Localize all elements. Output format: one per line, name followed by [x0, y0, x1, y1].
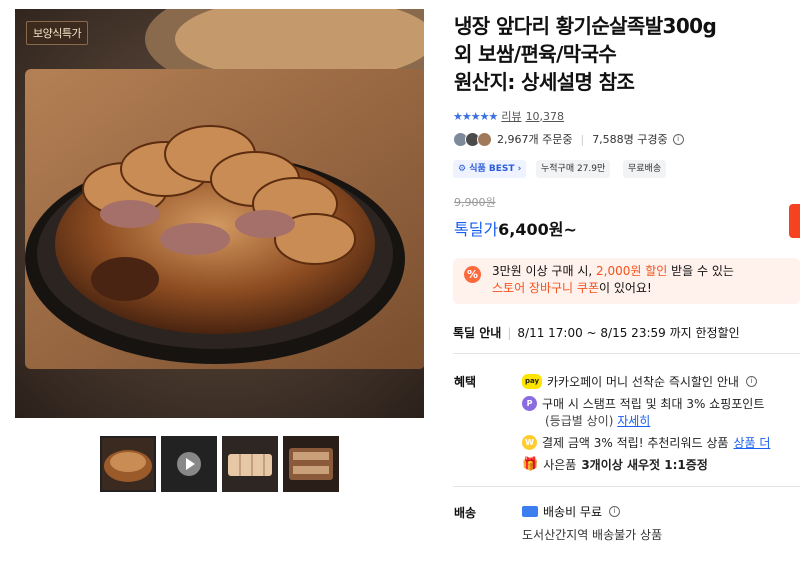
main-product-image [15, 9, 424, 418]
title-line-3: 원산지: 상세설명 참조 [454, 70, 635, 94]
deal-price: 6,400원~ [498, 220, 577, 239]
thumbnail-2-video[interactable] [161, 436, 217, 492]
info-icon[interactable]: i [672, 133, 684, 145]
point-icon: P [522, 396, 537, 411]
info-icon[interactable]: i [609, 506, 621, 517]
title-line-1: 냉장 앞다리 황기순살족발300g [454, 14, 717, 38]
shipping-fee-row: 배송비 무료 i [522, 503, 621, 520]
order-count: 2,967개 주문중 [497, 133, 573, 146]
review-label[interactable]: 리뷰 [501, 108, 521, 124]
deal-info-label: 톡딜 안내 [453, 326, 502, 340]
benefit-gift: 🎁 사은품 3개이상 새우젓 1:1증정 [522, 456, 708, 473]
benefit-reward: W 결제 금액 3% 적립! 추천리워드 상품 상품 더 [522, 434, 770, 451]
thumbnail-3[interactable] [222, 436, 278, 492]
reward-coin-icon: W [522, 435, 537, 450]
divider [453, 486, 800, 487]
tag-best-label: 식품 BEST [469, 164, 515, 174]
more-products-link[interactable]: 상품 더 [733, 434, 770, 451]
divider: | [507, 326, 512, 340]
benefit-text: 결제 금액 3% 적립! 추천리워드 상품 [542, 436, 729, 450]
deal-info-row: 톡딜 안내 | 8/11 17:00 ~ 8/15 23:59 까지 한정할인 [453, 324, 740, 341]
coupon-text: 받을 수 있는 [671, 264, 734, 278]
coupon-text: 이 있어요! [599, 281, 652, 295]
product-title: 냉장 앞다리 황기순살족발300g 외 보쌈/편육/막국수 원산지: 상세설명 … [454, 12, 800, 96]
original-price: 9,900원 [454, 196, 496, 209]
gift-icon: 🎁 [522, 457, 539, 472]
thumbnail-4[interactable] [283, 436, 339, 492]
kakaopay-icon: pay [522, 374, 542, 389]
deal-price-label: 톡딜가 [454, 220, 499, 239]
percent-icon: % [464, 266, 481, 283]
benefit-points-sub: (등급별 상이) 자세히 [545, 412, 650, 429]
tag-food-best[interactable]: ⚙ 식품 BEST › [453, 160, 527, 178]
benefit-text: 구매 시 스탬프 적립 및 최대 3% 쇼핑포인트 [542, 397, 765, 411]
coupon-line-1: 3만원 이상 구매 시, 2,000원 할인 받을 수 있는 [492, 262, 734, 279]
title-line-2: 외 보쌈/편육/막국수 [454, 42, 617, 66]
side-action-button[interactable] [789, 204, 800, 238]
viewer-count: 7,588명 구경중 [592, 133, 668, 146]
benefit-kakaopay[interactable]: pay 카카오페이 머니 선착순 즉시할인 안내 i [522, 373, 757, 390]
gift-text: 3개이상 새우젓 1:1증정 [581, 458, 708, 472]
avatar [477, 131, 492, 147]
benefits-label: 혜택 [454, 375, 477, 389]
coupon-discount: 2,000원 할인 [596, 264, 668, 278]
coupon-name: 스토어 장바구니 쿠폰 [492, 281, 599, 295]
coupon-line-2: 스토어 장바구니 쿠폰이 있어요! [492, 279, 652, 296]
thumbnail-1[interactable] [100, 436, 156, 492]
star-rating-icon: ★★★★★ [453, 109, 498, 123]
details-link[interactable]: 자세히 [617, 414, 650, 428]
tag-free-shipping: 무료배송 [623, 160, 667, 178]
buyers-row: 2,967개 주문중 | 7,588명 구경중 i [453, 131, 684, 147]
info-icon[interactable]: i [745, 376, 757, 387]
shipping-fee: 배송비 무료 [543, 505, 603, 519]
shipping-label: 배송 [454, 506, 477, 520]
truck-icon [522, 506, 538, 517]
benefit-subtext: (등급별 상이) [545, 414, 614, 428]
divider: | [580, 132, 585, 146]
deal-price-row: 톡딜가6,400원~ [454, 216, 577, 240]
deal-period: 8/11 17:00 ~ 8/15 23:59 까지 한정할인 [517, 326, 740, 340]
shipping-note: 도서산간지역 배송불가 상품 [522, 528, 663, 542]
rating-row[interactable]: ★★★★★ 리뷰 10,378 [453, 108, 564, 124]
promo-badge: 보양식특가 [26, 21, 89, 45]
coupon-text: 3만원 이상 구매 시, [492, 264, 593, 278]
tag-cumulative: 누적구매 27.9만 [536, 160, 611, 178]
review-count[interactable]: 10,378 [526, 110, 565, 123]
benefit-text: 카카오페이 머니 선착순 즉시할인 안내 [547, 375, 739, 389]
gift-label: 사은품 [543, 458, 577, 472]
divider [453, 353, 800, 354]
benefit-points: P 구매 시 스탬프 적립 및 최대 3% 쇼핑포인트 [522, 395, 764, 412]
